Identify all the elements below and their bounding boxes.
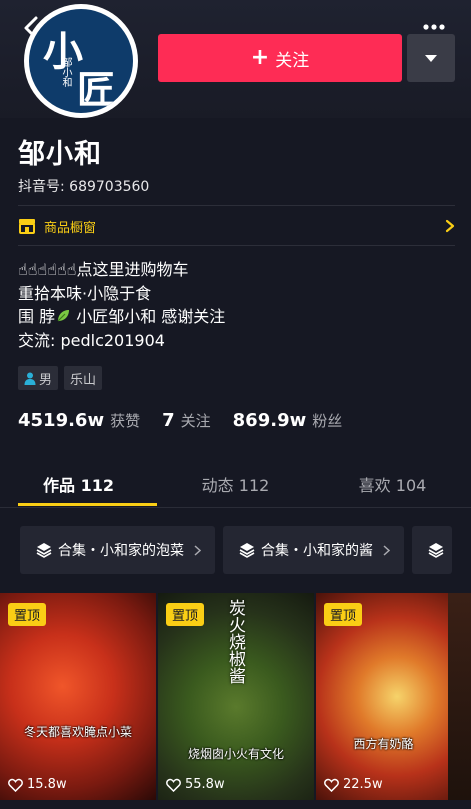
following-count[interactable]: 7 [162,410,175,431]
location-tag: 乐山 [64,366,103,390]
video-likes-count: 55.8w [185,777,225,792]
video-thumbnail[interactable]: 置顶 西方有奶酪 22.5w [316,593,451,800]
followers-count[interactable]: 869.9w [233,410,307,431]
video-grid: 置顶 冬天都喜欢腌点小菜 15.8w 置顶 炭火烧椒酱 烧烟囱小火有文化 55.… [0,593,471,800]
pinned-badge: 置顶 [166,603,205,626]
divider [18,205,455,206]
gender-tag-label: 男 [39,372,53,388]
pinned-badge: 置顶 [324,603,363,626]
divider [18,245,455,246]
bio-line: 重拾本味·小隐于食 [18,283,152,303]
video-caption: 冬天都喜欢腌点小菜 [23,725,132,739]
follow-button[interactable]: + 关注 [158,34,402,82]
collection-chip-label: 合集・小和家的酱 [261,543,373,559]
following-label[interactable]: 关注 [181,410,211,431]
bio-line-text: 小匠邹小和 感谢关注 [76,307,226,326]
video-thumbnail[interactable]: 置顶 冬天都喜欢腌点小菜 15.8w [0,593,156,800]
collections-row: 合集・小和家的泡菜 合集・小和家的酱 [20,526,452,574]
video-title-vertical: 炭火烧椒酱 [225,599,245,684]
profile-name: 邹小和 [18,139,102,170]
follow-button-label: 关注 [275,50,310,71]
bio-line: 围 脖 小匠邹小和 感谢关注 [18,305,225,329]
tab-likes[interactable]: 喜欢 104 [314,462,471,506]
pinned-badge: 置顶 [8,603,47,626]
video-caption: 烧烟囱小火有文化 [187,747,284,761]
video-likes: 15.8w [8,777,67,792]
shop-icon [19,219,35,234]
heart-icon [8,778,23,792]
collection-chip-partial[interactable] [412,526,452,574]
avatar-logo-small-text: 邹小和 [60,57,71,87]
avatar-logo-char-2: 匠 [77,67,116,112]
bio-line: 交流: pedlc201904 [18,330,165,350]
person-icon [24,372,36,385]
tabs-divider [0,507,471,508]
layers-icon [428,543,444,558]
recommend-dropdown-button[interactable] [407,34,455,82]
chevron-right-icon [445,219,455,233]
leaf-emoji-icon [57,310,70,322]
layers-icon [239,543,255,558]
likes-label: 获赞 [110,412,141,430]
location-tag-label: 乐山 [70,372,97,388]
video-caption: 西方有奶酪 [353,737,414,751]
content-tabs: 作品 112 动态 112 喜欢 104 [0,462,471,506]
douyin-id: 抖音号: 689703560 [18,179,150,195]
heart-icon [166,778,181,792]
layers-icon [36,543,52,558]
avatar-logo: 小 邹小和 匠 [29,9,133,113]
tab-works[interactable]: 作品 112 [0,462,157,506]
video-likes-count: 15.8w [27,777,67,792]
followers-label[interactable]: 粉丝 [312,410,342,431]
profile-stats: 4519.6w 获赞 7 关注 869.9w 粉丝 [18,410,364,431]
tab-dynamics[interactable]: 动态 112 [157,462,314,506]
profile-bio: ☝☝☝☝☝☝点这里进购物车 重拾本味·小隐于食 围 脖 小匠邹小和 感谢关注 交… [18,258,225,352]
collection-chip[interactable]: 合集・小和家的泡菜 [20,526,215,574]
video-likes: 22.5w [324,777,383,792]
collection-chip[interactable]: 合集・小和家的酱 [223,526,404,574]
shop-window-row[interactable]: 商品橱窗 [18,211,455,241]
caret-down-icon [425,54,437,62]
video-thumbnail-partial[interactable] [448,593,471,800]
avatar[interactable]: 小 邹小和 匠 [24,4,138,118]
profile-tags: 男 乐山 [18,366,103,390]
shop-window-label: 商品橱窗 [44,220,97,236]
bio-line-prefix: 围 脖 [18,307,56,326]
video-thumbnail[interactable]: 置顶 炭火烧椒酱 烧烟囱小火有文化 55.8w [158,593,314,800]
bio-line: ☝☝☝☝☝☝点这里进购物车 [18,260,189,279]
heart-icon [324,778,339,792]
gender-tag: 男 [18,366,59,390]
plus-icon: + [250,45,270,70]
video-likes-count: 22.5w [343,777,383,792]
likes-count: 4519.6w [18,410,105,431]
chevron-right-icon [194,544,201,556]
video-likes: 55.8w [166,777,225,792]
chevron-right-icon [383,544,390,556]
collection-chip-label: 合集・小和家的泡菜 [58,543,184,559]
